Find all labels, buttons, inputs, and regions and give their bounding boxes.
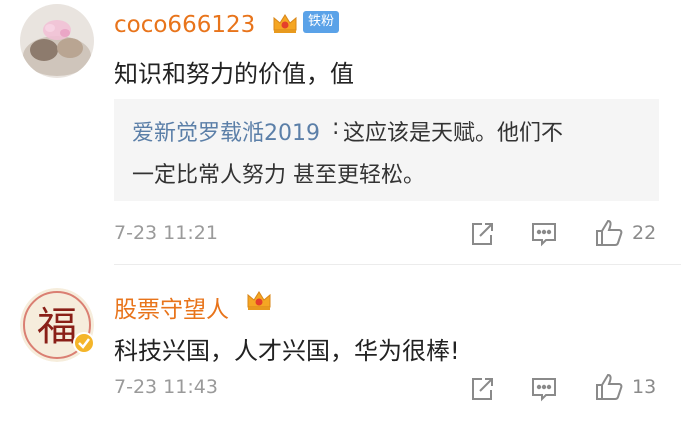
timestamp: 7-23 11:21: [114, 222, 218, 244]
reply-colon: :: [332, 115, 340, 140]
like-button[interactable]: [594, 218, 624, 248]
share-button[interactable]: [468, 220, 496, 248]
share-icon: [472, 378, 493, 400]
share-icon: [472, 223, 493, 245]
reply-text: 这应该是天赋。他们不: [343, 121, 564, 146]
like-icon: [596, 373, 623, 400]
reply-button[interactable]: [530, 220, 558, 248]
comment-item: coco666123 铁粉 知识和努力的价值，值 爱新觉罗载湉2019 : 这应…: [0, 0, 681, 265]
like-icon: [596, 219, 623, 246]
reply-button[interactable]: [530, 375, 558, 403]
comment-text: 知识和努力的价值，值: [114, 60, 354, 88]
crown-icon: [272, 12, 298, 34]
timestamp: 7-23 11:43: [114, 376, 218, 398]
comment-list: coco666123 铁粉 知识和努力的价值，值 爱新觉罗载湉2019 : 这应…: [0, 0, 681, 430]
verified-icon: [73, 332, 95, 358]
reply-text: 一定比常人努力 甚至更轻松。: [132, 163, 425, 188]
like-count: 13: [632, 376, 657, 398]
reply-author[interactable]: 爱新觉罗载湉2019: [132, 115, 320, 147]
svg-text:福: 福: [37, 304, 77, 350]
comment-icon: [532, 223, 556, 247]
username[interactable]: 股票守望人: [114, 290, 229, 324]
fan-badge: 铁粉: [303, 11, 340, 33]
share-button[interactable]: [468, 375, 496, 403]
reply-preview[interactable]: 爱新觉罗载湉2019 : 这应该是天赋。他们不 一定比常人努力 甚至更轻松。: [114, 99, 659, 201]
username[interactable]: coco666123: [114, 12, 255, 38]
comment-icon: [532, 378, 556, 402]
like-button[interactable]: [594, 372, 624, 402]
comment-text: 科技兴国，人才兴国，华为很棒!: [114, 337, 460, 365]
avatar[interactable]: [20, 4, 94, 78]
comment-item: 福 股票守望人 科技兴国，人才兴国，华为很棒! 7-23 11:43 13: [0, 265, 681, 430]
crown-icon: [246, 289, 272, 311]
like-count: 22: [632, 222, 657, 244]
